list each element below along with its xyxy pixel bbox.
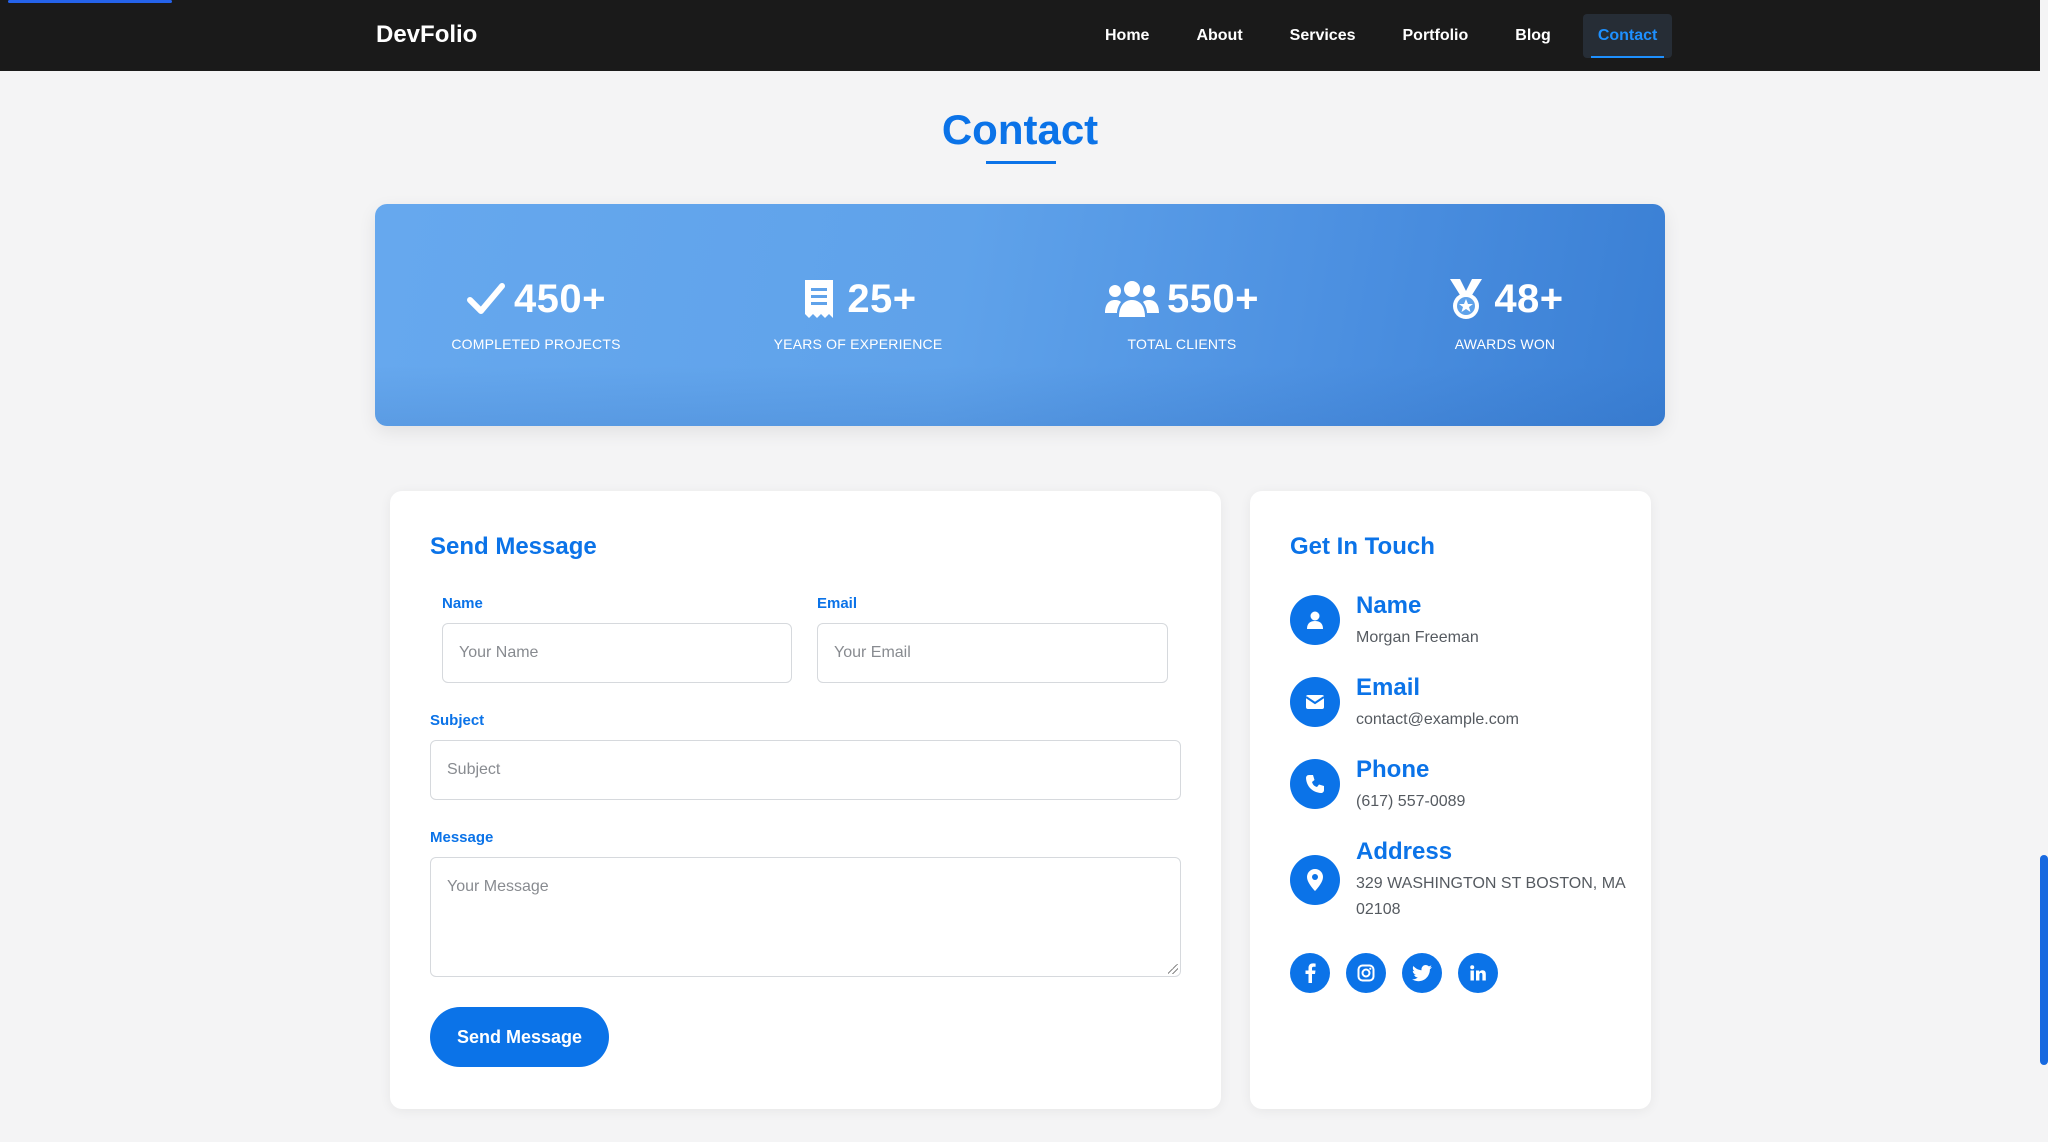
info-value: 329 WASHINGTON ST BOSTON, MA 02108 [1356, 875, 1625, 918]
name-input[interactable] [442, 623, 792, 683]
social-links [1290, 953, 1514, 993]
page-load-progress [8, 0, 172, 3]
message-wrapper [430, 857, 1181, 977]
contact-info-card: Get In Touch Name Morgan Freeman Email c… [1250, 491, 1651, 1109]
email-input[interactable] [817, 623, 1168, 683]
stat-label: COMPLETED PROJECTS [451, 336, 621, 352]
stat-label: TOTAL CLIENTS [1127, 336, 1237, 352]
send-message-button[interactable]: Send Message [430, 1007, 609, 1067]
stat-value: 450+ [513, 276, 607, 321]
info-title: Email [1356, 674, 1421, 701]
nav-services[interactable]: Services [1275, 14, 1371, 58]
stat-total-clients: 550+ TOTAL CLIENTS [1032, 274, 1332, 352]
contact-form-card: Send Message Name Email Subject Message … [390, 491, 1221, 1109]
stats-banner: 450+ COMPLETED PROJECTS 25+ YEARS OF EXP… [375, 204, 1665, 426]
info-value: (617) 557-0089 [1356, 793, 1466, 810]
envelope-icon [1290, 677, 1340, 727]
title-underline [986, 161, 1056, 164]
facebook-icon[interactable] [1290, 953, 1330, 993]
nav-contact[interactable]: Contact [1582, 14, 1673, 58]
navbar: DevFolio Home About Services Portfolio B… [0, 0, 2040, 71]
subject-label: Subject [430, 712, 485, 729]
nav-blog[interactable]: Blog [1500, 14, 1566, 58]
medal-icon [1446, 277, 1486, 321]
stat-years-experience: 25+ YEARS OF EXPERIENCE [708, 274, 1008, 353]
resize-handle-icon[interactable] [1168, 964, 1178, 974]
stat-label: AWARDS WON [1454, 336, 1556, 352]
name-label: Name [442, 595, 483, 612]
email-label: Email [817, 595, 858, 612]
stat-value: 25+ [847, 276, 917, 321]
info-title: Phone [1356, 756, 1430, 783]
info-title: Name [1356, 592, 1422, 619]
user-icon [1290, 595, 1340, 645]
nav-home[interactable]: Home [1090, 14, 1164, 58]
map-pin-icon [1290, 855, 1340, 905]
stat-label: YEARS OF EXPERIENCE [773, 336, 943, 352]
brand-logo[interactable]: DevFolio [376, 21, 477, 49]
instagram-icon[interactable] [1346, 953, 1386, 993]
scrollbar-thumb[interactable] [2040, 855, 2048, 1065]
stat-completed-projects: 450+ COMPLETED PROJECTS [386, 274, 686, 353]
stat-awards-won: 48+ AWARDS WON [1355, 274, 1655, 352]
nav-about[interactable]: About [1181, 14, 1257, 58]
section-title: Contact [941, 106, 1099, 153]
stat-value: 550+ [1166, 276, 1260, 321]
info-value: contact@example.com [1356, 711, 1519, 728]
info-heading: Get In Touch [1290, 533, 1435, 560]
message-textarea[interactable] [430, 857, 1181, 977]
twitter-icon[interactable] [1402, 953, 1442, 993]
stat-value: 48+ [1494, 276, 1564, 321]
main-nav: Home About Services Portfolio Blog Conta… [1090, 14, 1673, 58]
info-value: Morgan Freeman [1356, 629, 1479, 646]
document-icon [799, 277, 839, 321]
form-heading: Send Message [430, 533, 597, 560]
linkedin-icon[interactable] [1458, 953, 1498, 993]
users-icon [1104, 277, 1159, 321]
subject-input[interactable] [430, 740, 1181, 800]
phone-icon [1290, 759, 1340, 809]
info-title: Address [1356, 838, 1453, 865]
nav-portfolio[interactable]: Portfolio [1388, 14, 1484, 58]
check-icon [466, 277, 506, 321]
message-label: Message [430, 829, 494, 846]
